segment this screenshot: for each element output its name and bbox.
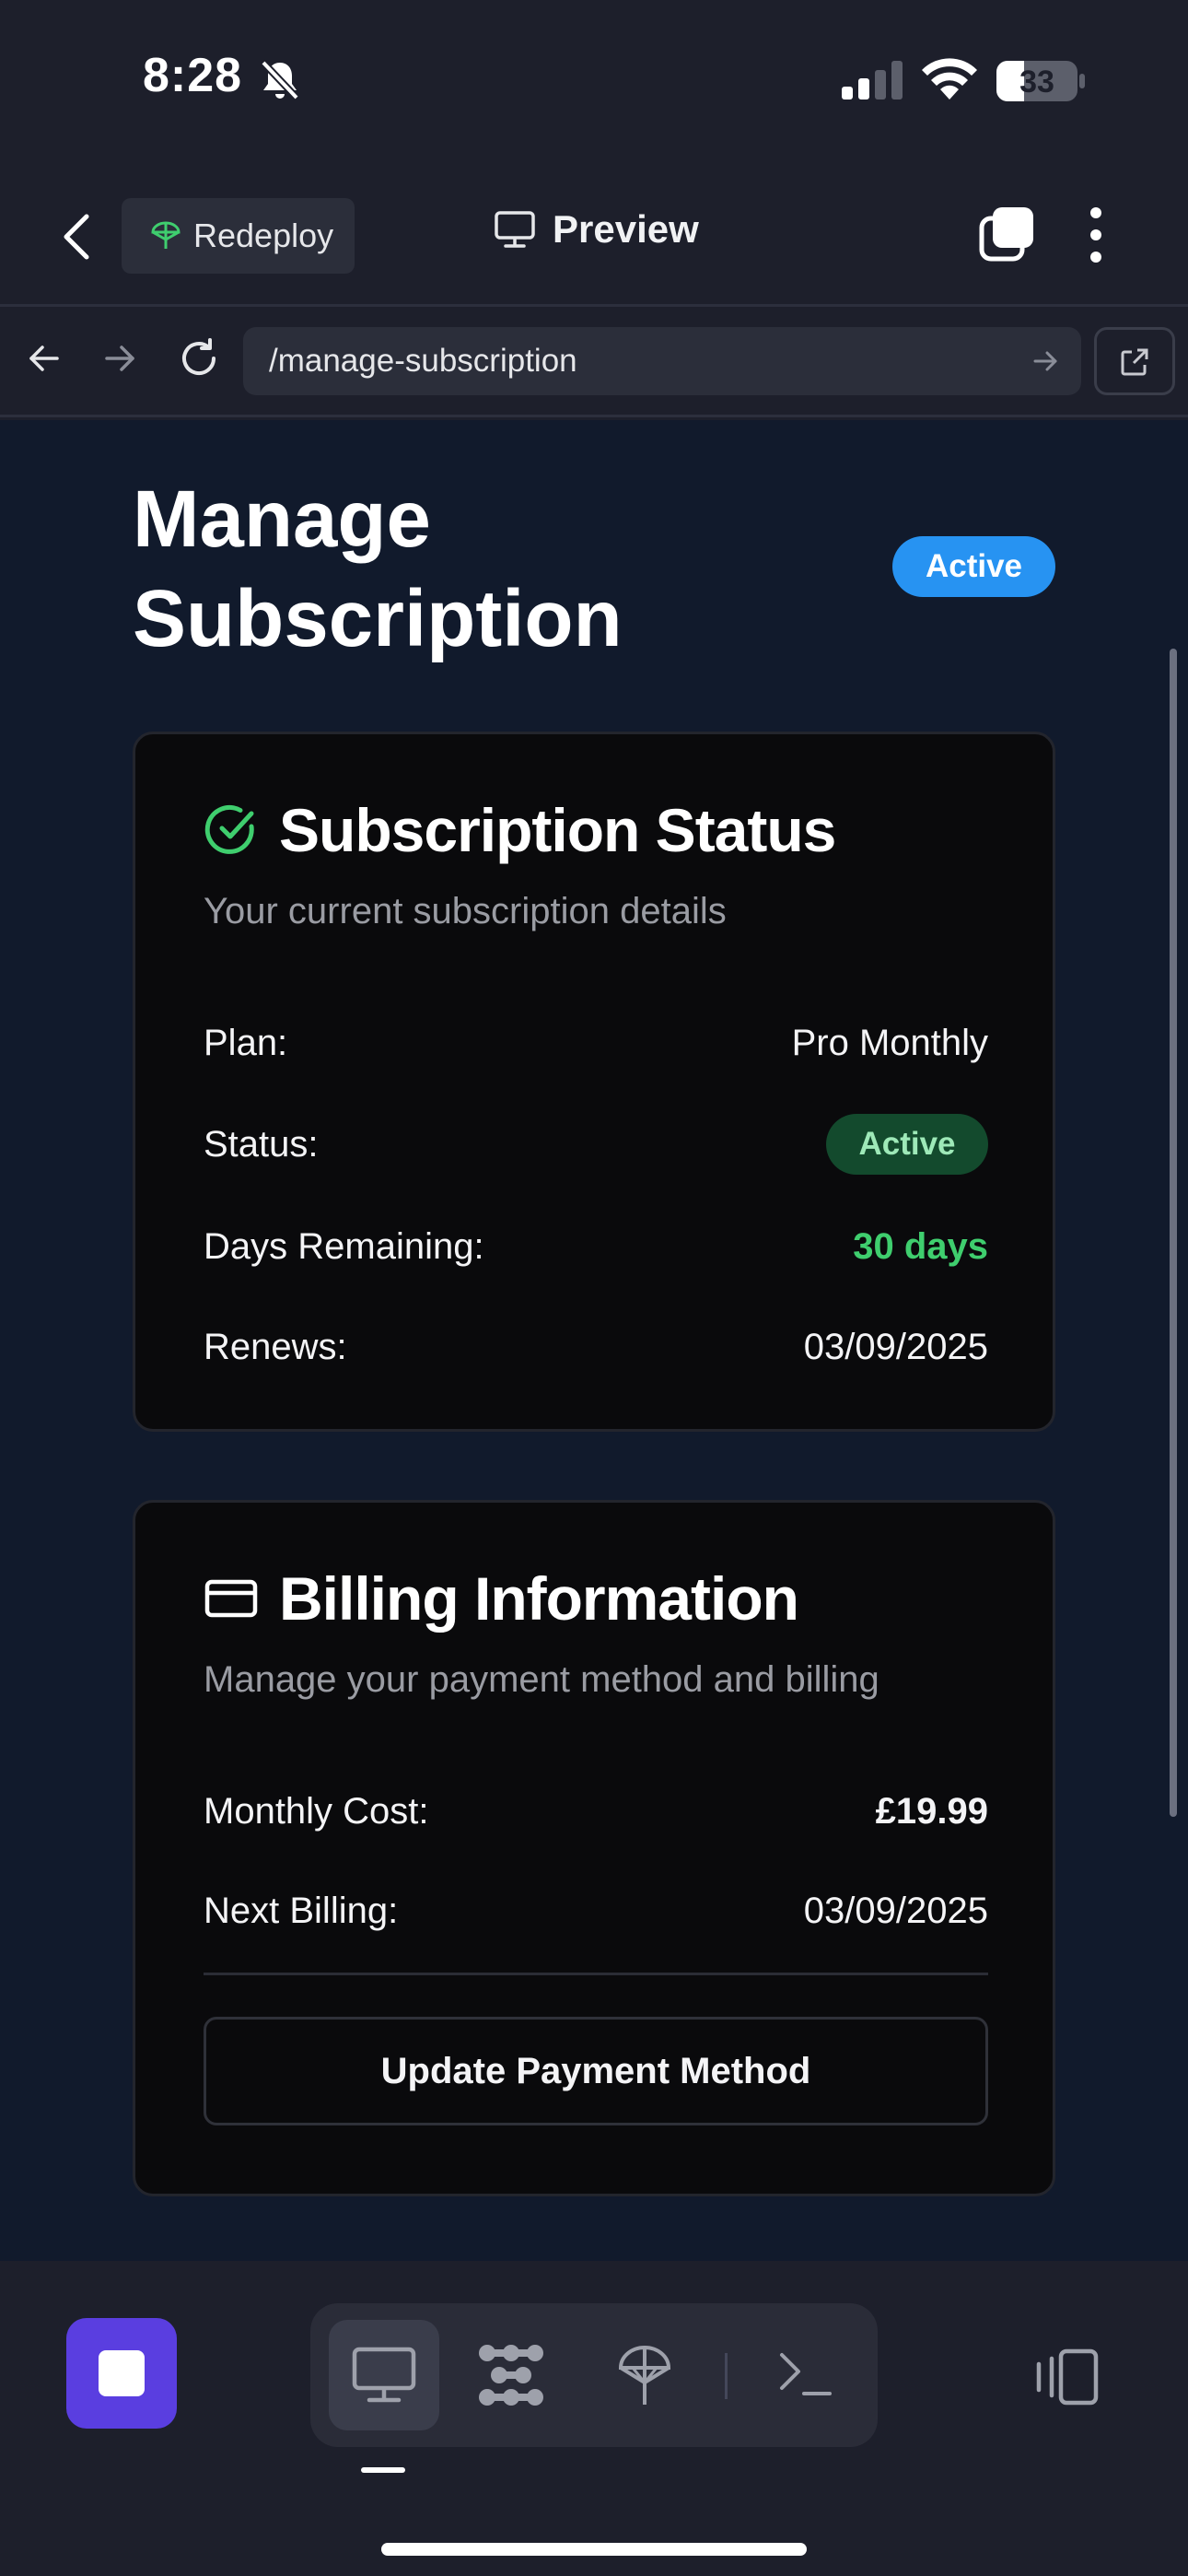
open-external-button[interactable] <box>1094 327 1175 395</box>
card-subtitle: Your current subscription details <box>204 891 727 931</box>
status-bar: 8:28 33 <box>0 0 1188 161</box>
status-row: Status: Active <box>204 1112 988 1177</box>
status-value-badge: Active <box>826 1114 988 1175</box>
stop-button[interactable] <box>66 2318 177 2429</box>
grid-dots-icon[interactable] <box>476 2342 546 2408</box>
monthly-cost-row: Monthly Cost: £19.99 <box>204 1779 988 1844</box>
bottom-dock <box>0 2261 1188 2576</box>
credit-card-icon <box>204 1579 258 1618</box>
go-arrow-icon[interactable] <box>1031 347 1059 375</box>
external-link-icon <box>1121 348 1148 376</box>
billing-information-card: Billing Information Manage your payment … <box>133 1500 1055 2196</box>
check-circle-icon <box>204 804 254 854</box>
status-label: Status: <box>204 1123 319 1165</box>
days-remaining-label: Days Remaining: <box>204 1225 484 1267</box>
battery-level: 33 <box>1019 64 1054 100</box>
redeploy-button[interactable]: Redeploy <box>122 198 355 274</box>
battery-icon: 33 <box>996 61 1085 101</box>
app-header: Redeploy Preview <box>0 161 1188 307</box>
active-tab-indicator <box>361 2467 405 2473</box>
arrow-right-icon[interactable] <box>101 340 138 377</box>
url-input[interactable]: /manage-subscription <box>243 327 1081 395</box>
card-title: Billing Information <box>204 1563 799 1633</box>
clock: 8:28 <box>143 49 243 102</box>
page-title: Manage Subscription <box>133 474 623 663</box>
days-remaining-row: Days Remaining: 30 days <box>204 1214 988 1279</box>
renews-value: 03/09/2025 <box>803 1326 988 1367</box>
monitor-icon <box>495 211 535 248</box>
update-payment-method-button[interactable]: Update Payment Method <box>204 2017 988 2125</box>
card-title: Subscription Status <box>204 795 836 865</box>
next-billing-value: 03/09/2025 <box>803 1890 988 1931</box>
separator <box>725 2353 728 2399</box>
back-chevron-icon[interactable] <box>55 209 99 264</box>
terminal-icon[interactable] <box>778 2349 833 2401</box>
scrollbar[interactable] <box>1170 649 1177 1817</box>
preview-label: Preview <box>553 207 699 251</box>
days-remaining-value: 30 days <box>853 1225 988 1267</box>
billing-information-title: Billing Information <box>279 1564 799 1633</box>
url-bar: /manage-subscription <box>0 307 1188 417</box>
renews-label: Renews: <box>204 1326 347 1367</box>
monthly-cost-label: Monthly Cost: <box>204 1790 429 1832</box>
subscription-status-title: Subscription Status <box>279 796 836 864</box>
redeploy-label: Redeploy <box>193 217 334 254</box>
deploy-icon <box>151 221 181 249</box>
renews-row: Renews: 03/09/2025 <box>204 1315 988 1379</box>
next-billing-row: Next Billing: 03/09/2025 <box>204 1879 988 1943</box>
web-preview: Manage Subscription Active Subscription … <box>0 420 1188 2261</box>
cellular-signal-icon <box>842 61 903 100</box>
divider <box>204 1973 988 1975</box>
stop-icon <box>99 2350 145 2396</box>
subscription-status-card: Subscription Status Your current subscri… <box>133 732 1055 1432</box>
status-badge: Active <box>892 536 1055 597</box>
device-mirror-icon[interactable] <box>1033 2348 1100 2406</box>
plan-label: Plan: <box>204 1022 288 1063</box>
tabs-icon[interactable] <box>978 205 1037 264</box>
wifi-icon <box>922 58 977 100</box>
bell-muted-icon <box>261 60 299 100</box>
reload-icon[interactable] <box>177 336 221 381</box>
plan-value: Pro Monthly <box>791 1022 988 1063</box>
plan-row: Plan: Pro Monthly <box>204 1011 988 1075</box>
next-billing-label: Next Billing: <box>204 1890 399 1931</box>
preview-title: Preview <box>494 207 699 252</box>
url-text: /manage-subscription <box>269 343 577 379</box>
card-subtitle: Manage your payment method and billing <box>204 1659 879 1700</box>
home-indicator[interactable] <box>381 2543 807 2556</box>
more-menu-icon[interactable] <box>1089 205 1103 264</box>
arrow-left-icon[interactable] <box>26 340 63 377</box>
view-switcher <box>310 2303 878 2447</box>
monitor-icon[interactable] <box>351 2346 417 2405</box>
deploy-icon[interactable] <box>617 2342 672 2408</box>
monthly-cost-value: £19.99 <box>875 1790 988 1832</box>
